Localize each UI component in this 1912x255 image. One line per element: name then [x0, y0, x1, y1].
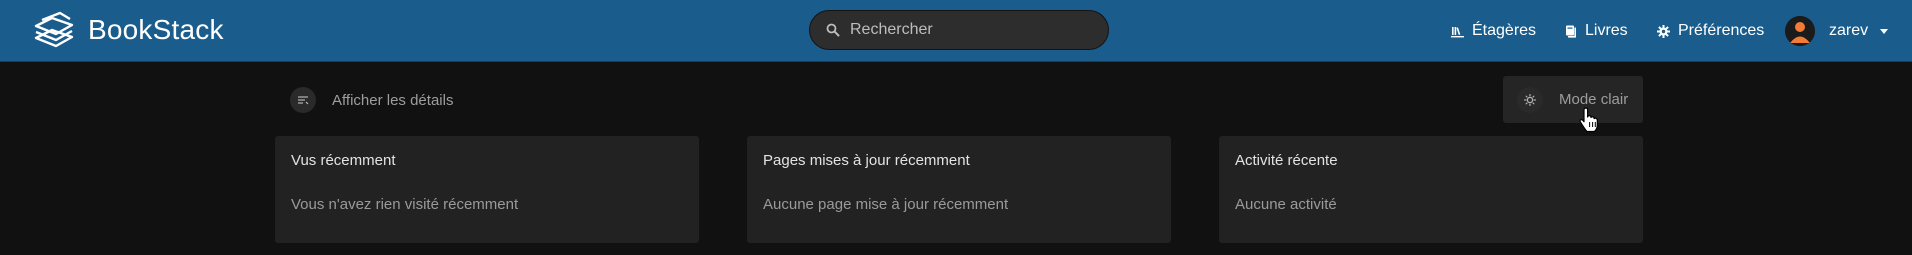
brand-name: BookStack: [88, 14, 224, 45]
nav-books-label: Livres: [1585, 22, 1628, 39]
avatar-icon: [1785, 16, 1815, 46]
card-title: Pages mises à jour récemment: [763, 152, 970, 169]
recent-activity-card: Activité récente Aucune activité: [1219, 136, 1643, 243]
recently-viewed-card: Vus récemment Vous n'avez rien visité ré…: [275, 136, 699, 243]
books-icon: [1566, 25, 1576, 38]
nav-books[interactable]: Livres: [1564, 0, 1628, 62]
shelves-icon: [1451, 26, 1464, 37]
sun-icon: [1517, 86, 1543, 113]
user-name: zarev: [1829, 22, 1869, 39]
user-menu[interactable]: zarev: [1785, 14, 1889, 48]
light-mode-button[interactable]: Mode clair: [1503, 76, 1643, 123]
show-details-label: Afficher les détails: [332, 91, 454, 109]
caret-down-icon: [1880, 28, 1889, 34]
search-input[interactable]: [850, 21, 1080, 39]
bookstack-logo-icon: [34, 11, 74, 48]
light-mode-label: Mode clair: [1559, 91, 1629, 108]
card-title: Vus récemment: [291, 152, 396, 169]
list-details-icon: [290, 87, 316, 113]
show-details-button[interactable]: Afficher les détails: [290, 87, 453, 113]
brand-link[interactable]: BookStack: [32, 9, 224, 51]
nav-preferences[interactable]: Préférences: [1657, 0, 1764, 62]
card-title: Activité récente: [1235, 152, 1338, 169]
nav-shelves-label: Étagères: [1472, 22, 1537, 39]
top-header: BookStack Étagères Livre: [0, 0, 1912, 62]
recently-updated-pages-card: Pages mises à jour récemment Aucune page…: [747, 136, 1171, 243]
card-empty-text: Vous n'avez rien visité récemment: [291, 196, 519, 213]
gear-icon: [1657, 24, 1670, 38]
search-box[interactable]: [809, 10, 1109, 50]
card-empty-text: Aucune activité: [1235, 196, 1337, 213]
search-icon: [826, 23, 840, 37]
nav-preferences-label: Préférences: [1678, 22, 1765, 39]
card-empty-text: Aucune page mise à jour récemment: [763, 196, 1009, 213]
nav-shelves[interactable]: Étagères: [1451, 0, 1536, 62]
